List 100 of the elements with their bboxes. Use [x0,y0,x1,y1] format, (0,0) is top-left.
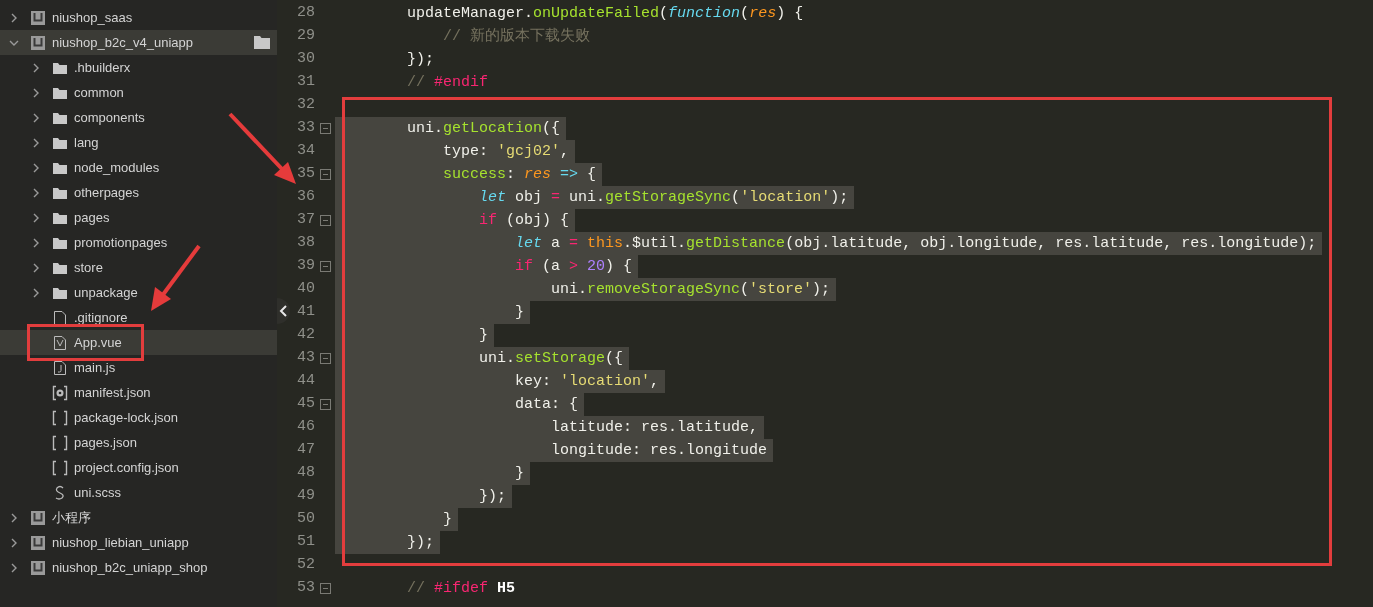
tree-item-label: common [74,83,124,102]
tree-item-label: App.vue [74,333,122,352]
line-number: 50 [296,509,315,530]
tree-item-label: .gitignore [74,308,128,327]
chevron-left-icon [278,305,289,317]
tree-item[interactable]: 小程序 [0,505,277,530]
tree-item[interactable]: unpackage [0,280,277,305]
vue-file-icon [52,334,68,351]
line-number: 47 [296,440,315,461]
line-number: 44 [296,371,315,392]
tree-item-label: niushop_b2c_uniapp_shop [52,558,208,577]
code-line: // #endif [406,73,490,93]
line-number: 34 [296,141,315,162]
line-number: 48 [296,463,315,484]
tree-item-label: lang [74,133,99,152]
brackets-icon [52,459,68,476]
fold-icon[interactable] [319,399,331,410]
fold-icon[interactable] [319,583,331,594]
line-number: 42 [296,325,315,346]
line-number: 51 [296,532,315,553]
fold-icon[interactable] [319,169,331,180]
tree-item[interactable]: niushop_b2c_v4_uniapp [0,30,277,55]
tree-item[interactable]: store [0,255,277,280]
file-icon [52,309,68,326]
tree-item[interactable]: otherpages [0,180,277,205]
tree-item-label: 小程序 [52,508,91,527]
tree-item[interactable]: pages.json [0,430,277,455]
fold-icon[interactable] [319,261,331,272]
tree-item-label: pages [74,208,110,227]
tree-item[interactable]: niushop_liebian_uniapp [0,530,277,555]
tree-item-label: promotionpages [74,233,168,252]
tree-item-label: components [74,108,145,127]
brackets-icon [52,409,68,426]
tree-item[interactable]: App.vue [0,330,277,355]
tree-item[interactable]: project.config.json [0,455,277,480]
annotation-arrow [228,112,296,184]
tree-item[interactable]: pages [0,205,277,230]
line-number: 53 [296,578,315,599]
line-number: 38 [296,233,315,254]
tree-item[interactable]: lang [0,130,277,155]
tree-item[interactable]: promotionpages [0,230,277,255]
fold-icon[interactable] [319,123,331,134]
tree-item-label: otherpages [74,183,140,202]
code-line: // #ifdef H5 [406,579,517,599]
tree-item-label: uni.scss [74,483,121,502]
line-number: 45 [296,394,315,415]
project-icon [30,34,46,51]
line-number: 36 [296,187,315,208]
line-number: 41 [296,302,315,323]
tree-item-label: package-lock.json [74,408,179,427]
tree-item[interactable]: manifest.json [0,380,277,405]
project-icon [30,9,46,26]
folder-icon [253,34,271,50]
tree-item-label: niushop_liebian_uniapp [52,533,189,552]
tree-item-label: unpackage [74,283,138,302]
tree-item[interactable]: node_modules [0,155,277,180]
line-number: 30 [296,49,315,70]
tree-item[interactable]: .hbuilderx [0,55,277,80]
line-number: 28 [296,3,315,24]
project-icon [30,559,46,576]
line-number: 52 [296,555,315,576]
line-number: 40 [296,279,315,300]
tree-item[interactable]: components [0,105,277,130]
line-number: 46 [296,417,315,438]
line-number: 49 [296,486,315,507]
project-icon [30,509,46,526]
tree-item-label: pages.json [74,433,137,452]
line-number: 32 [296,95,315,116]
tree-item[interactable]: niushop_b2c_uniapp_shop [0,555,277,580]
tree-item-label: store [74,258,103,277]
collapse-button[interactable] [277,298,290,324]
line-number: 29 [296,26,315,47]
tree-item[interactable]: .gitignore [0,305,277,330]
gear-file-icon [52,384,68,401]
code-line: }); [406,50,436,70]
tree-item[interactable]: uni.scss [0,480,277,505]
line-number: 39 [296,256,315,277]
tree-item[interactable]: common [0,80,277,105]
tree-item[interactable]: main.js [0,355,277,380]
tree-item-label: manifest.json [74,383,151,402]
line-number: 37 [296,210,315,231]
tree-item-label: niushop_saas [52,8,133,27]
line-number: 35 [296,164,315,185]
tree-item-label: main.js [74,358,116,377]
line-number: 33 [296,118,315,139]
tree-item-label: node_modules [74,158,160,177]
brackets-icon [52,434,68,451]
js-file-icon [52,359,68,376]
code-line: updateManager.onUpdateFailed(function(res) { [406,4,805,24]
project-icon [30,534,46,551]
tree-item-label: niushop_b2c_v4_uniapp [52,33,193,52]
tree-item[interactable]: package-lock.json [0,405,277,430]
tree-item-label: project.config.json [74,458,179,477]
tree-item[interactable]: niushop_saas [0,5,277,30]
fold-icon[interactable] [319,215,331,226]
code-line: // 新的版本下载失败 [442,26,592,47]
fold-icon[interactable] [319,353,331,364]
tree-item-label: .hbuilderx [74,58,131,77]
line-number: 31 [296,72,315,93]
line-number: 43 [296,348,315,369]
